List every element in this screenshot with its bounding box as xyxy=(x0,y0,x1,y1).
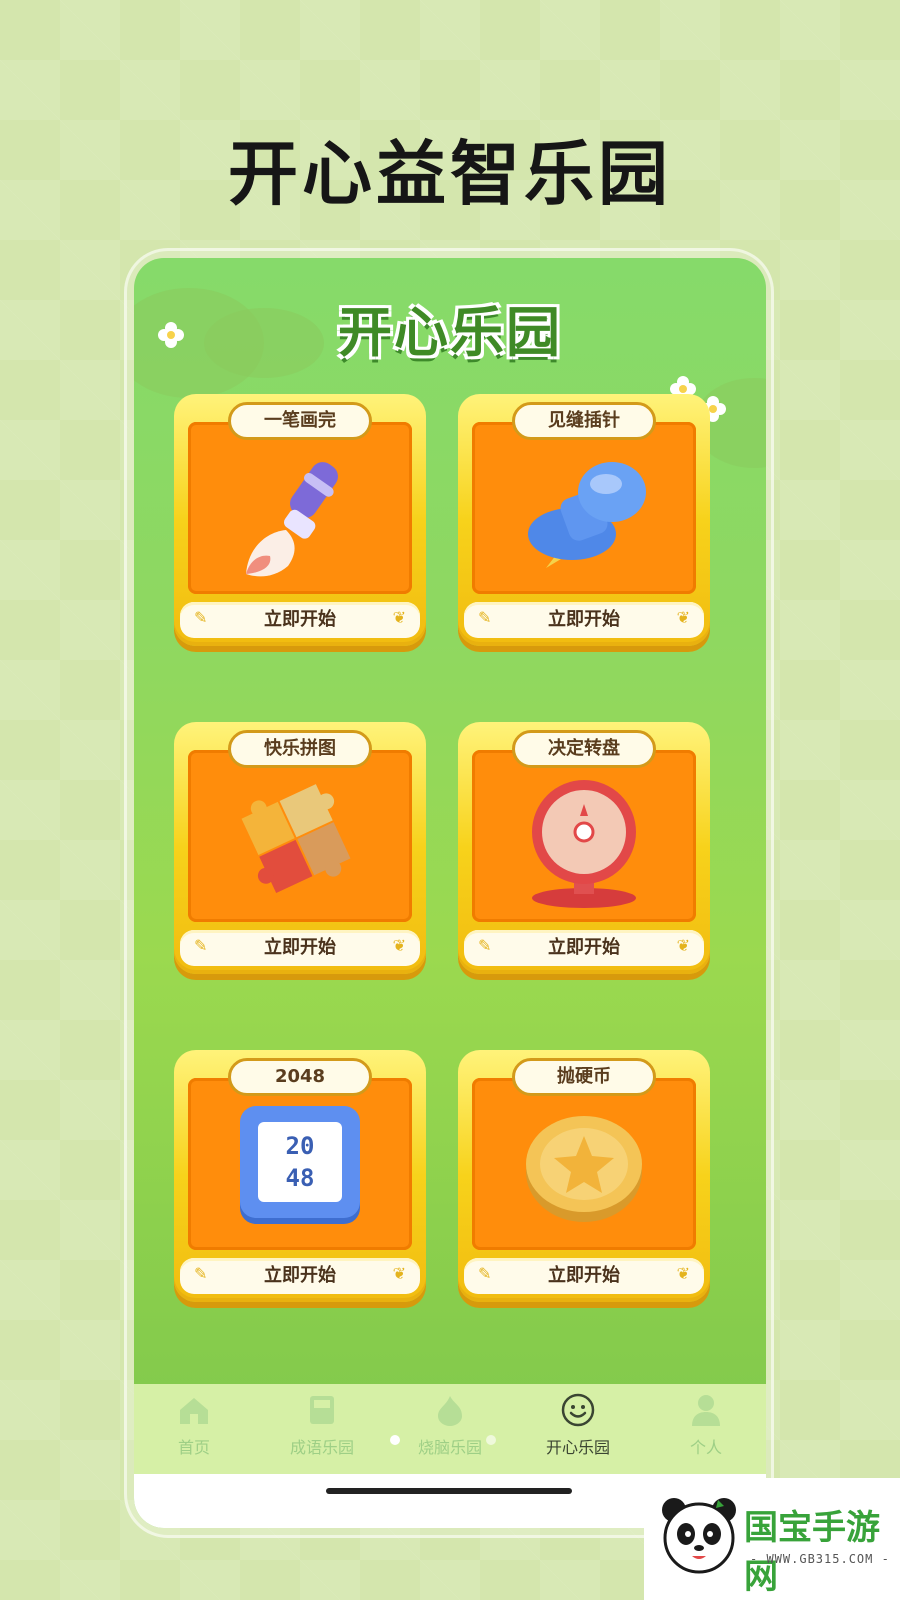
sprout-icon: ❦ xyxy=(676,608,690,627)
home-icon xyxy=(180,1398,208,1424)
game-title-tag: 快乐拼图 xyxy=(228,730,372,768)
game-title-tag: 决定转盘 xyxy=(512,730,656,768)
card-image-area xyxy=(472,750,696,922)
coin-icon xyxy=(526,1116,642,1222)
bottom-nav: 首页 成语乐园 烧脑乐园 开心乐园 个人 xyxy=(134,1384,766,1474)
nav-item-happy[interactable]: 开心乐园 xyxy=(518,1384,638,1474)
nav-label: 开心乐园 xyxy=(545,1438,610,1457)
start-button-label: 立即开始 xyxy=(548,937,620,958)
game-card-wheel[interactable]: 决定转盘 ✎ 立即开始 ❦ xyxy=(458,722,710,974)
tile-2048-icon: 20 48 xyxy=(240,1106,360,1218)
flame-icon xyxy=(438,1396,462,1426)
sprout-icon: ❦ xyxy=(392,936,406,955)
sprout-icon: ❦ xyxy=(676,1264,690,1283)
app-title: 开心乐园 xyxy=(338,301,562,364)
page-dot xyxy=(486,1435,496,1445)
spinner-wheel-icon xyxy=(532,780,636,908)
page-indicator xyxy=(390,1432,510,1448)
home-indicator[interactable] xyxy=(326,1488,572,1494)
nav-label: 个人 xyxy=(689,1438,722,1457)
card-image-area xyxy=(188,750,412,922)
watermark: 国宝手游网 - WWW.GB315.COM - xyxy=(644,1478,900,1600)
game-card-puzzle[interactable]: 快乐拼图 ✎ 立即开始 ❦ xyxy=(174,722,426,974)
page-dot xyxy=(390,1435,400,1445)
panda-logo-icon xyxy=(662,1498,736,1574)
game-title-tag: 一笔画完 xyxy=(228,402,372,440)
puzzle-icon xyxy=(241,784,351,894)
sprout-icon: ❦ xyxy=(392,608,406,627)
tile-text-bottom: 48 xyxy=(285,1164,315,1192)
start-button-label: 立即开始 xyxy=(264,937,336,958)
game-card-one-stroke[interactable]: 一笔画完 ✎ 立即开始 ❦ xyxy=(174,394,426,646)
smile-icon xyxy=(561,1393,595,1427)
start-button[interactable]: ✎ 立即开始 ❦ xyxy=(464,1258,704,1294)
nav-item-home[interactable]: 首页 xyxy=(134,1384,254,1474)
promo-headline: 开心益智乐园 xyxy=(228,133,672,215)
game-title-tag: 2048 xyxy=(228,1058,372,1096)
game-card-pin[interactable]: 见缝插针 ✎ 立即开始 ❦ xyxy=(458,394,710,646)
game-card-coin[interactable]: 抛硬币 ✎ 立即开始 ❦ xyxy=(458,1050,710,1302)
start-button[interactable]: ✎ 立即开始 ❦ xyxy=(180,1258,420,1294)
pushpin-icon xyxy=(528,462,646,568)
start-button-label: 立即开始 xyxy=(264,1265,336,1286)
sprout-icon: ❦ xyxy=(676,936,690,955)
watermark-url: - WWW.GB315.COM - xyxy=(750,1552,890,1566)
card-image-area xyxy=(472,422,696,594)
watermark-brand: 国宝手游网 xyxy=(744,1508,880,1597)
start-button-label: 立即开始 xyxy=(264,609,336,630)
card-image-area: 20 48 xyxy=(188,1078,412,1250)
app-screen: 开心乐园 一笔画完 ✎ 立即开始 ❦ 见缝插针 ✎ 立即开始 ❦ 快乐拼图 ✎ … xyxy=(134,258,766,1528)
game-title-tag: 见缝插针 xyxy=(512,402,656,440)
start-button-label: 立即开始 xyxy=(548,609,620,630)
nav-item-profile[interactable]: 个人 xyxy=(646,1384,766,1474)
tile-text-top: 20 xyxy=(285,1132,315,1160)
paintbrush-icon xyxy=(246,462,338,577)
nav-item-idiom[interactable]: 成语乐园 xyxy=(262,1384,382,1474)
person-icon xyxy=(692,1395,720,1426)
start-button[interactable]: ✎ 立即开始 ❦ xyxy=(180,930,420,966)
book-icon xyxy=(310,1396,334,1424)
game-title-tag: 抛硬币 xyxy=(512,1058,656,1096)
start-button[interactable]: ✎ 立即开始 ❦ xyxy=(464,602,704,638)
card-image-area xyxy=(188,422,412,594)
start-button[interactable]: ✎ 立即开始 ❦ xyxy=(180,602,420,638)
game-card-2048[interactable]: 20 48 2048 ✎ 立即开始 ❦ xyxy=(174,1050,426,1302)
sprout-icon: ❦ xyxy=(392,1264,406,1283)
card-image-area xyxy=(472,1078,696,1250)
start-button[interactable]: ✎ 立即开始 ❦ xyxy=(464,930,704,966)
nav-label: 首页 xyxy=(177,1438,210,1457)
nav-item-brain[interactable]: 烧脑乐园 xyxy=(390,1384,510,1474)
nav-label: 成语乐园 xyxy=(289,1438,354,1457)
start-button-label: 立即开始 xyxy=(548,1265,620,1286)
